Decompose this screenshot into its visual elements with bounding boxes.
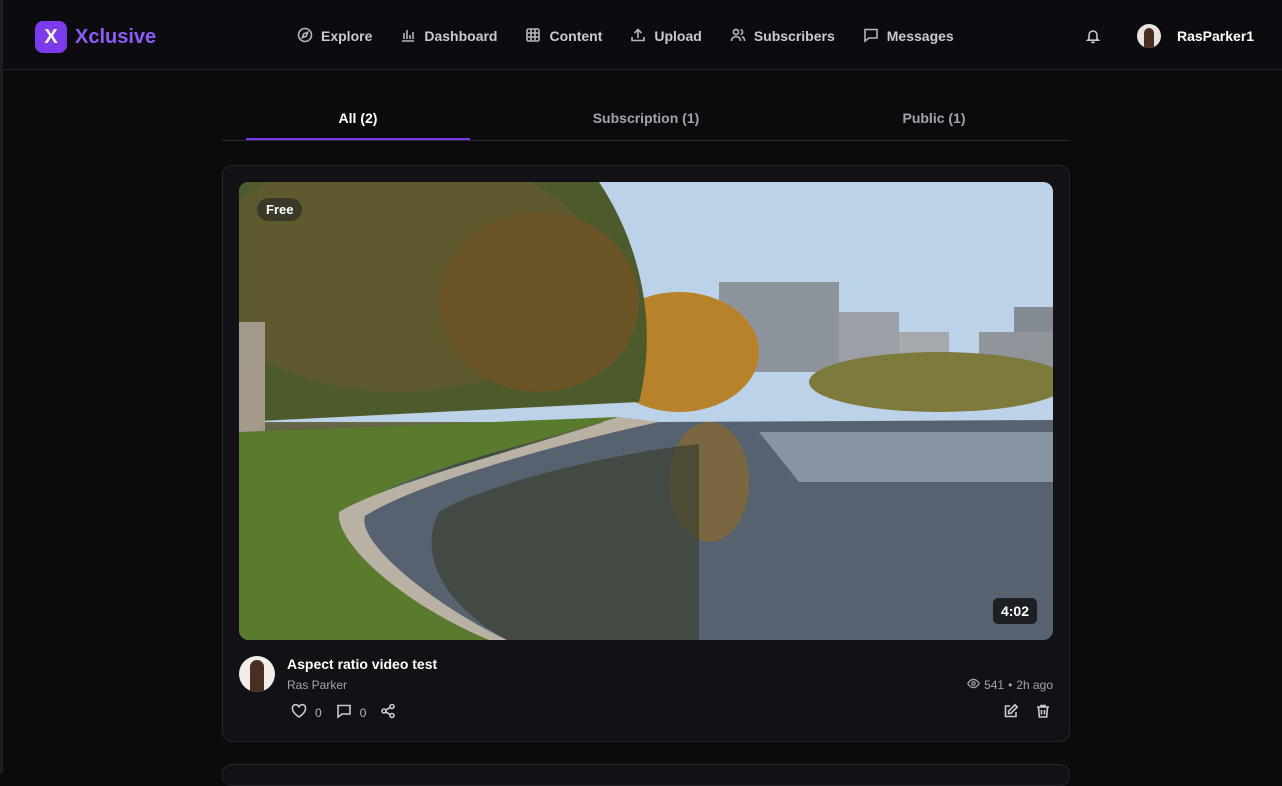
nav-label: Subscribers	[753, 28, 835, 44]
trash-icon[interactable]	[1035, 703, 1051, 724]
compass-icon	[297, 27, 321, 46]
nav-label: Dashboard	[424, 28, 498, 44]
post-title[interactable]: Aspect ratio video test	[287, 656, 437, 672]
engagement-actions: 0 0	[291, 703, 418, 722]
bell-icon[interactable]	[1085, 28, 1101, 44]
meta-separator: •	[1008, 678, 1013, 692]
park-lake-scene	[239, 182, 1053, 640]
nav-upload[interactable]: Upload	[630, 26, 702, 46]
nav-label: Explore	[321, 28, 373, 44]
upload-icon	[630, 27, 654, 46]
author-avatar[interactable]	[239, 656, 275, 692]
owner-actions	[987, 703, 1051, 724]
window-edge	[0, 0, 3, 773]
nav-label: Upload	[654, 28, 702, 44]
username: RasParker1	[1177, 28, 1255, 44]
video-thumbnail[interactable]: Free 4:02	[239, 182, 1053, 640]
post-time: 2h ago	[1016, 678, 1053, 692]
app-name: Xclusive	[75, 25, 157, 48]
nav-explore[interactable]: Explore	[297, 26, 372, 46]
top-navbar: X Xclusive Explore Dashboard Content Upl…	[3, 0, 1282, 70]
comment-count: 0	[359, 705, 367, 720]
comment-icon	[336, 703, 360, 722]
post-card: Free 4:02 Aspect ratio video test Ras Pa…	[222, 165, 1070, 742]
logo-mark: X	[35, 21, 67, 53]
nav-content[interactable]: Content	[525, 26, 602, 46]
heart-icon	[291, 703, 315, 722]
main-nav: Explore Dashboard Content Upload Subscri…	[297, 26, 982, 46]
bar-chart-icon	[400, 27, 424, 46]
eye-icon	[967, 677, 984, 693]
content-tabs: All (2) Subscription (1) Public (1)	[222, 100, 1070, 141]
nav-subscribers[interactable]: Subscribers	[730, 26, 835, 46]
user-menu[interactable]: RasParker1	[1137, 24, 1254, 48]
nav-dashboard[interactable]: Dashboard	[400, 26, 497, 46]
next-post-card	[222, 764, 1070, 786]
comment-button[interactable]: 0	[336, 703, 367, 722]
grid-icon	[525, 27, 549, 46]
nav-messages[interactable]: Messages	[863, 26, 954, 46]
edit-icon[interactable]	[1003, 703, 1019, 724]
tab-subscription[interactable]: Subscription (1)	[534, 100, 758, 138]
message-icon	[863, 27, 887, 46]
app-logo[interactable]: X Xclusive	[35, 21, 156, 53]
tab-public[interactable]: Public (1)	[822, 100, 1046, 138]
free-badge: Free	[257, 198, 303, 221]
avatar	[1137, 24, 1161, 48]
tab-all[interactable]: All (2)	[246, 100, 470, 140]
nav-label: Content	[549, 28, 603, 44]
duration-badge: 4:02	[992, 598, 1037, 624]
like-button[interactable]: 0	[291, 703, 322, 722]
post-author[interactable]: Ras Parker	[287, 678, 347, 692]
view-count: 541	[984, 678, 1005, 692]
nav-label: Messages	[886, 28, 954, 44]
users-icon	[730, 27, 754, 46]
share-button[interactable]	[380, 703, 404, 722]
share-icon	[380, 703, 404, 722]
post-meta: 541 • 2h ago	[967, 677, 1053, 693]
like-count: 0	[315, 705, 322, 720]
